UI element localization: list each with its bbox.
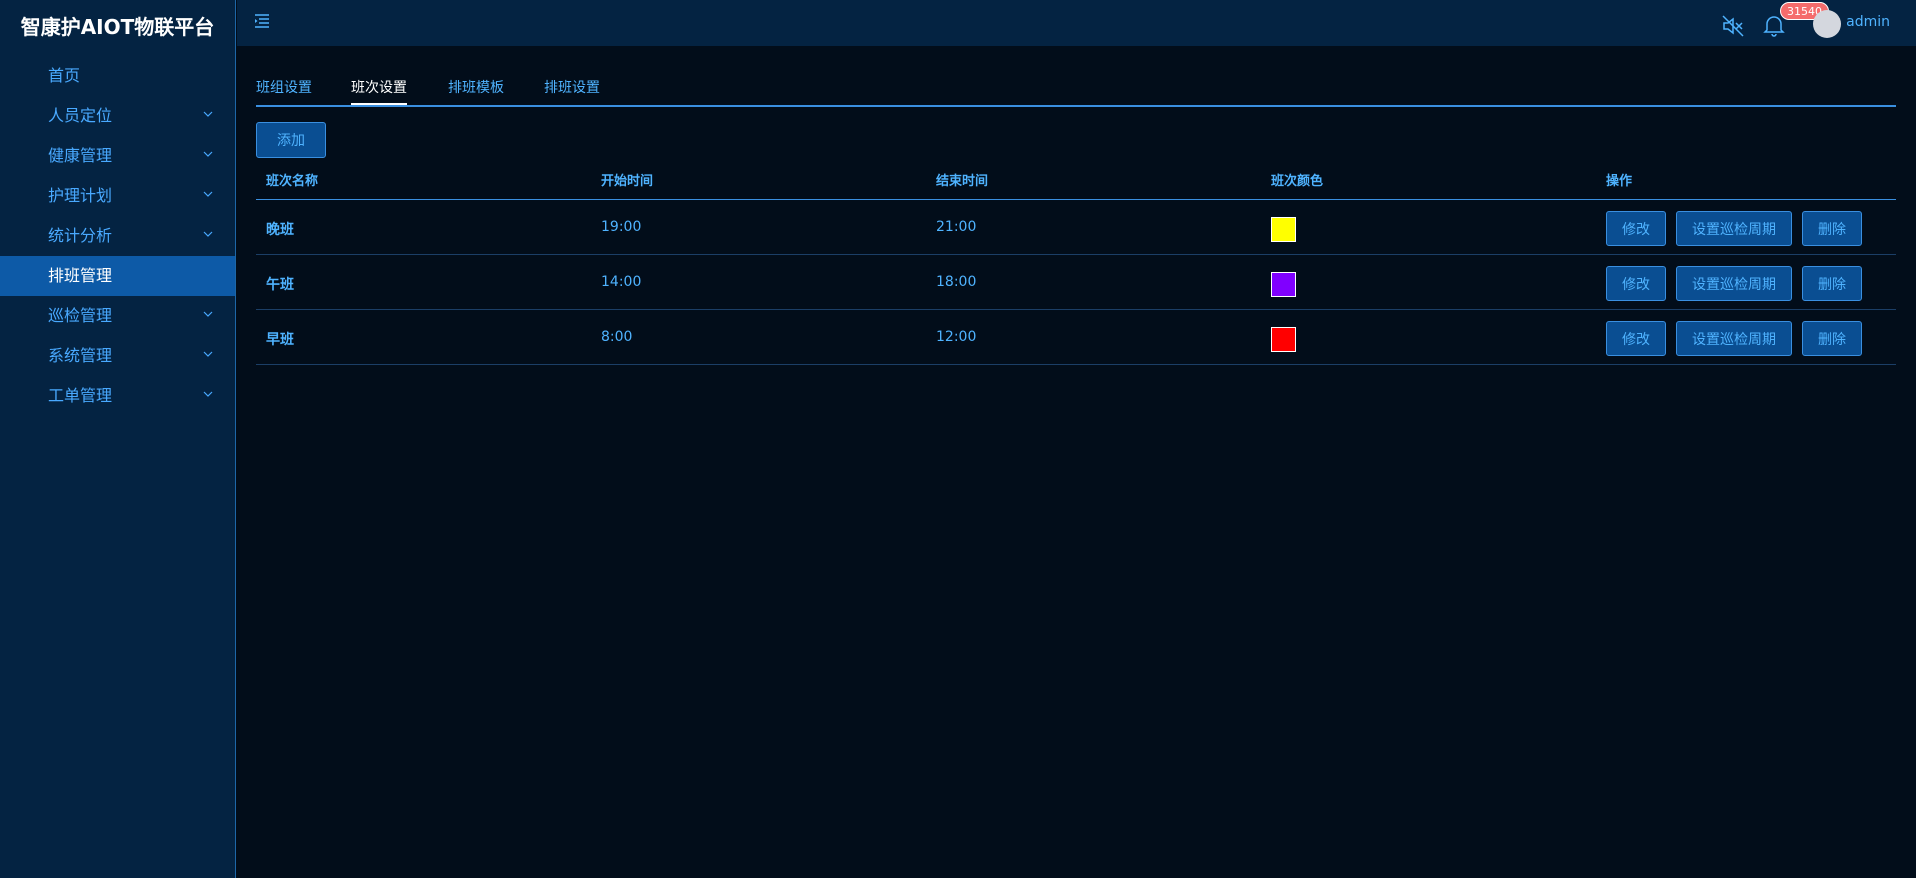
add-button[interactable]: 添加 <box>256 122 326 158</box>
sidebar-item-label: 统计分析 <box>48 226 113 245</box>
shift-color-swatch <box>1271 217 1296 242</box>
sidebar-item-label: 人员定位 <box>48 106 113 125</box>
sidebar-item-label: 巡检管理 <box>48 306 113 325</box>
sidebar-item-label: 首页 <box>48 66 81 85</box>
sidebar-item-label: 排班管理 <box>48 266 113 285</box>
chevron-down-icon <box>203 191 213 197</box>
edit-button[interactable]: 修改 <box>1606 266 1666 301</box>
sidebar-item-scheduling[interactable]: 排班管理 <box>0 256 235 296</box>
sidebar-item-label: 系统管理 <box>48 346 113 365</box>
start-time: 19:00 <box>601 219 642 235</box>
tab-schedule-template[interactable]: 排班模板 <box>448 77 504 105</box>
shift-table: 班次名称 开始时间 结束时间 班次颜色 操作 晚班 19:00 21:00 修改… <box>256 162 1896 365</box>
sidebar-item-health[interactable]: 健康管理 <box>0 136 235 176</box>
chevron-down-icon <box>203 151 213 157</box>
chevron-down-icon <box>203 391 213 397</box>
column-header-start: 开始时间 <box>601 174 654 189</box>
end-time: 21:00 <box>936 219 977 235</box>
sidebar-item-home[interactable]: 首页 <box>0 56 235 96</box>
tab-shift-settings[interactable]: 班次设置 <box>351 77 407 105</box>
shift-name: 午班 <box>266 277 294 293</box>
avatar[interactable] <box>1813 10 1841 38</box>
tab-bar: 班组设置 班次设置 排班模板 排班设置 <box>256 70 1896 107</box>
main-content: 班组设置 班次设置 排班模板 排班设置 添加 班次名称 开始时间 结束时间 班次… <box>256 70 1896 365</box>
sidebar: 智康护AIOT物联平台 首页 人员定位 健康管理 护理计划 统计分析 排班管理 … <box>0 0 236 878</box>
shift-name: 晚班 <box>266 222 294 238</box>
sidebar-item-system[interactable]: 系统管理 <box>0 336 235 376</box>
tab-team-settings[interactable]: 班组设置 <box>256 77 312 105</box>
delete-button[interactable]: 删除 <box>1802 321 1862 356</box>
menu-collapse-icon[interactable] <box>253 12 271 30</box>
sidebar-item-label: 健康管理 <box>48 146 113 165</box>
set-inspection-period-button[interactable]: 设置巡检周期 <box>1676 266 1792 301</box>
column-header-actions: 操作 <box>1606 174 1633 189</box>
sidebar-item-label: 工单管理 <box>48 386 113 405</box>
sidebar-menu: 首页 人员定位 健康管理 护理计划 统计分析 排班管理 巡检管理 系统管理 工单… <box>0 56 235 416</box>
sidebar-item-statistics[interactable]: 统计分析 <box>0 216 235 256</box>
chevron-down-icon <box>203 351 213 357</box>
delete-button[interactable]: 删除 <box>1802 211 1862 246</box>
column-header-color: 班次颜色 <box>1271 174 1324 189</box>
start-time: 8:00 <box>601 329 633 345</box>
top-header: 31540 admin <box>237 0 1916 46</box>
chevron-down-icon <box>203 111 213 117</box>
username[interactable]: admin <box>1846 14 1890 30</box>
tab-schedule-settings[interactable]: 排班设置 <box>544 77 600 105</box>
edit-button[interactable]: 修改 <box>1606 211 1666 246</box>
set-inspection-period-button[interactable]: 设置巡检周期 <box>1676 321 1792 356</box>
table-row: 午班 14:00 18:00 修改 设置巡检周期 删除 <box>256 255 1896 310</box>
delete-button[interactable]: 删除 <box>1802 266 1862 301</box>
end-time: 12:00 <box>936 329 977 345</box>
shift-color-swatch <box>1271 272 1296 297</box>
brand-title: 智康护AIOT物联平台 <box>20 15 215 39</box>
shift-color-swatch <box>1271 327 1296 352</box>
column-header-name: 班次名称 <box>266 174 319 189</box>
sidebar-item-work-order[interactable]: 工单管理 <box>0 376 235 416</box>
sidebar-item-personnel-location[interactable]: 人员定位 <box>0 96 235 136</box>
table-row: 早班 8:00 12:00 修改 设置巡检周期 删除 <box>256 310 1896 365</box>
sidebar-item-inspection[interactable]: 巡检管理 <box>0 296 235 336</box>
sidebar-item-label: 护理计划 <box>48 186 113 205</box>
table-header: 班次名称 开始时间 结束时间 班次颜色 操作 <box>256 162 1896 200</box>
shift-name: 早班 <box>266 332 294 348</box>
edit-button[interactable]: 修改 <box>1606 321 1666 356</box>
table-row: 晚班 19:00 21:00 修改 设置巡检周期 删除 <box>256 200 1896 255</box>
chevron-down-icon <box>203 231 213 237</box>
end-time: 18:00 <box>936 274 977 290</box>
mute-speaker-icon[interactable] <box>1721 14 1745 38</box>
column-header-end: 结束时间 <box>936 174 989 189</box>
sidebar-item-care-plan[interactable]: 护理计划 <box>0 176 235 216</box>
start-time: 14:00 <box>601 274 642 290</box>
chevron-down-icon <box>203 311 213 317</box>
set-inspection-period-button[interactable]: 设置巡检周期 <box>1676 211 1792 246</box>
